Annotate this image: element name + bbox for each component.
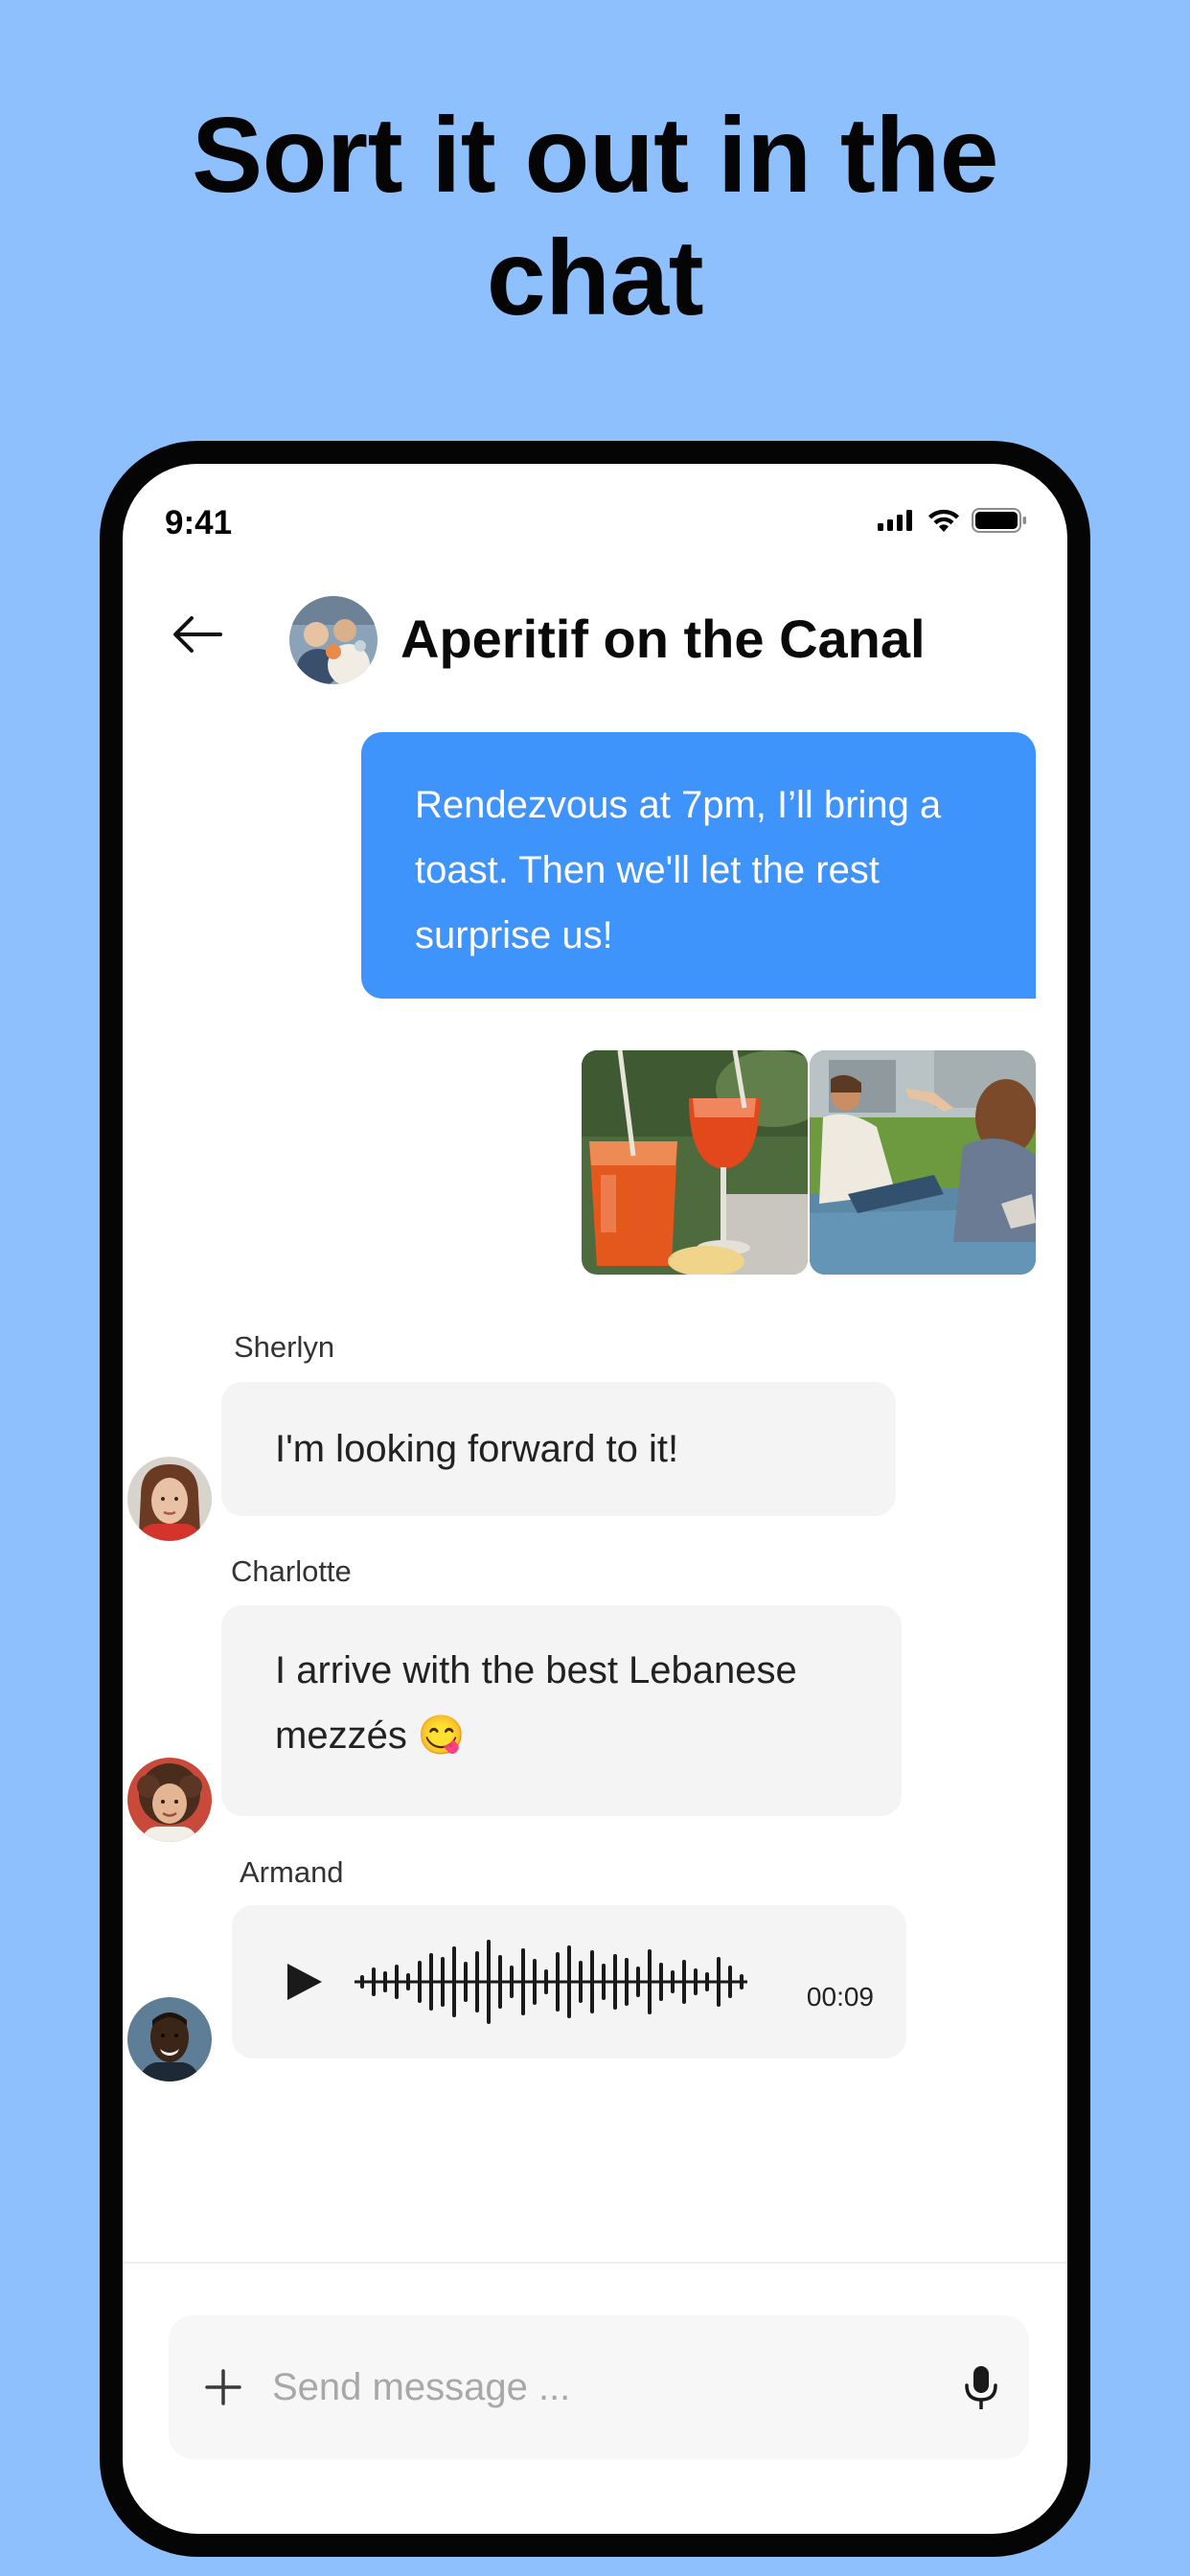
charlotte-message-line-1: I arrive with the best Lebanese: [275, 1649, 797, 1691]
marketing-headline: Sort it out in the chat: [0, 94, 1190, 339]
phone-screen: 9:41 Aperitif on the Canal Rendezvous at…: [123, 464, 1067, 2534]
voice-message-bubble-armand[interactable]: 00:09: [232, 1905, 906, 2058]
microphone-icon[interactable]: [962, 2365, 1000, 2409]
charlotte-message-line-2: mezzés 😋: [275, 1714, 466, 1757]
armand-avatar-image: [127, 1997, 212, 2082]
status-bar-time: 9:41: [165, 504, 233, 541]
audio-waveform[interactable]: [355, 1934, 747, 2030]
voice-message-duration: 00:09: [806, 1982, 874, 2012]
charlotte-avatar-image: [127, 1758, 212, 1842]
phone-frame: 9:41 Aperitif on the Canal Rendezvous at…: [100, 441, 1090, 2557]
message-composer: [169, 2315, 1029, 2459]
avatar-sherlyn[interactable]: [127, 1457, 212, 1541]
chat-title: Aperitif on the Canal: [400, 609, 926, 669]
composer-divider: [123, 2262, 1067, 2264]
group-avatar[interactable]: [289, 596, 378, 684]
arrow-left-icon: [173, 616, 222, 653]
headline-line-1: Sort it out in the: [192, 96, 998, 215]
battery-icon: [972, 508, 1026, 533]
sender-name-sherlyn: Sherlyn: [234, 1330, 335, 1364]
avatar-charlotte[interactable]: [127, 1758, 212, 1842]
sender-name-armand: Armand: [240, 1855, 344, 1889]
headline-line-2: chat: [486, 218, 704, 337]
group-avatar-image: [289, 596, 378, 684]
picnic-friends-photo: [810, 1050, 1036, 1275]
cellular-signal-icon: [878, 510, 912, 531]
status-bar-icons: [878, 508, 1027, 533]
back-button[interactable]: [169, 606, 226, 663]
avatar-armand[interactable]: [127, 1997, 212, 2082]
spritz-drinks-photo: [582, 1050, 808, 1275]
message-input[interactable]: [272, 2354, 924, 2421]
shared-photo-picnic[interactable]: [810, 1050, 1036, 1275]
wifi-icon: [928, 509, 959, 532]
incoming-message-bubble-charlotte[interactable]: I arrive with the best Lebanese mezzés 😋: [221, 1605, 902, 1816]
incoming-message-bubble-sherlyn[interactable]: I'm looking forward to it!: [221, 1382, 896, 1516]
play-icon[interactable]: [284, 1962, 324, 2002]
shared-photo-drinks[interactable]: [582, 1050, 808, 1275]
sherlyn-avatar-image: [127, 1457, 212, 1541]
sender-name-charlotte: Charlotte: [231, 1554, 352, 1588]
outgoing-message-bubble[interactable]: Rendezvous at 7pm, I’ll bring a toast. T…: [361, 732, 1036, 999]
plus-icon[interactable]: [203, 2367, 243, 2407]
